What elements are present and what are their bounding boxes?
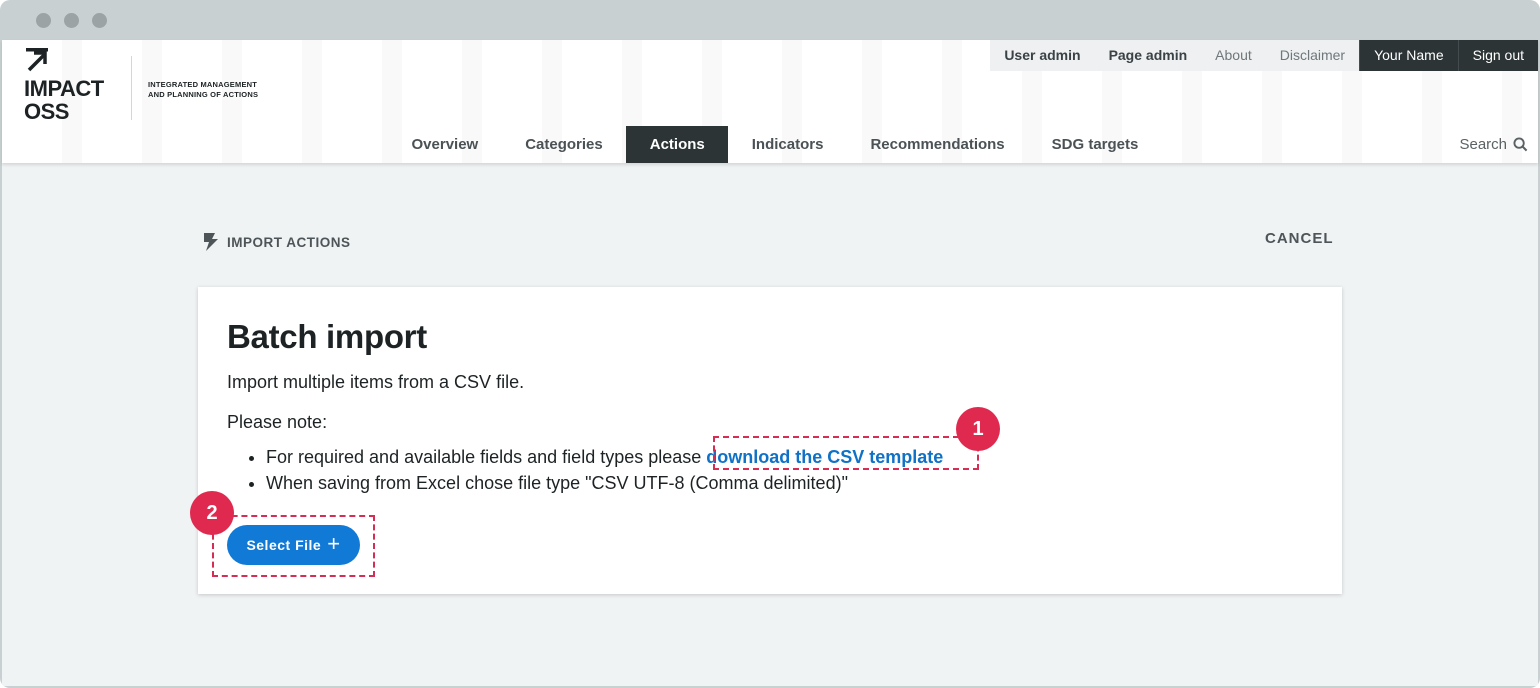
cancel-button[interactable]: CANCEL — [1265, 230, 1334, 247]
annotation-badge-1: 1 — [956, 407, 1000, 451]
list-item: When saving from Excel chose file type "… — [266, 470, 943, 496]
nav-indicators[interactable]: Indicators — [728, 126, 847, 163]
annotation-badge-2: 2 — [190, 491, 234, 535]
logo-tagline: INTEGRATED MANAGEMENT AND PLANNING OF AC… — [148, 80, 258, 100]
bullet1-text: For required and available fields and fi… — [266, 447, 707, 467]
logo-name-line2: OSS — [24, 99, 69, 124]
search-label: Search — [1459, 136, 1507, 153]
logo-wordmark: IMPACT OSS — [24, 77, 104, 123]
browser-window: IMPACT OSS INTEGRATED MANAGEMENT AND PLA… — [0, 0, 1540, 688]
note-label: Please note: — [227, 412, 328, 432]
sign-out-link[interactable]: Sign out — [1457, 40, 1538, 71]
section-label: IMPORT ACTIONS — [227, 234, 351, 250]
site-logo[interactable]: IMPACT OSS — [24, 48, 124, 128]
logo-arrow-icon — [26, 48, 48, 72]
card-subtitle: Import multiple items from a CSV file. — [227, 372, 525, 392]
logo-name-line1: IMPACT — [24, 76, 104, 101]
lightning-icon — [204, 233, 218, 251]
annotation-highlight-1 — [713, 436, 979, 470]
window-maximize-dot[interactable] — [92, 13, 107, 28]
page-content: IMPACT OSS INTEGRATED MANAGEMENT AND PLA… — [2, 40, 1538, 686]
top-bar: User admin Page admin About Disclaimer Y… — [990, 40, 1538, 71]
page-title: Batch import — [227, 318, 427, 355]
search-button[interactable]: Search — [1459, 126, 1528, 163]
site-header: IMPACT OSS INTEGRATED MANAGEMENT AND PLA… — [2, 40, 1538, 163]
main-nav: Overview Categories Actions Indicators R… — [388, 126, 1162, 163]
nav-sdg-targets[interactable]: SDG targets — [1028, 126, 1162, 163]
bullet2-text: When saving from Excel chose file type "… — [266, 473, 848, 493]
annotation-highlight-2 — [212, 515, 375, 577]
user-admin-link[interactable]: User admin — [990, 40, 1095, 71]
search-icon — [1513, 137, 1528, 152]
window-close-dot[interactable] — [36, 13, 51, 28]
tagline-line2: AND PLANNING OF ACTIONS — [148, 90, 259, 99]
nav-actions[interactable]: Actions — [626, 126, 729, 163]
page-admin-link[interactable]: Page admin — [1094, 40, 1202, 71]
disclaimer-link[interactable]: Disclaimer — [1265, 40, 1360, 71]
user-name-link[interactable]: Your Name — [1359, 40, 1458, 71]
about-link[interactable]: About — [1201, 40, 1266, 71]
page-header: IMPORT ACTIONS — [201, 231, 351, 253]
window-controls — [36, 13, 107, 28]
nav-categories[interactable]: Categories — [502, 126, 627, 163]
logo-divider — [131, 56, 132, 120]
nav-overview[interactable]: Overview — [388, 126, 502, 163]
tagline-line1: INTEGRATED MANAGEMENT — [148, 80, 258, 89]
nav-recommendations[interactable]: Recommendations — [847, 126, 1028, 163]
window-minimize-dot[interactable] — [64, 13, 79, 28]
